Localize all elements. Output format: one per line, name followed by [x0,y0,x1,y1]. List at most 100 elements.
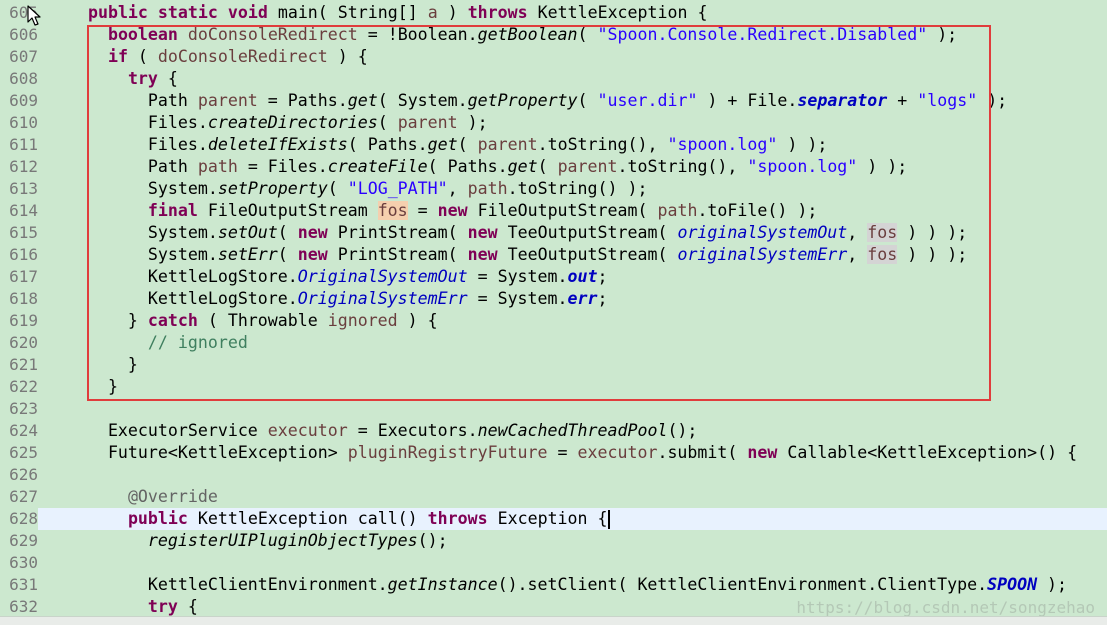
code-token: get [347,91,378,110]
code-line[interactable]: 616 System.setErr( new PrintStream( new … [0,244,1107,266]
code-token: setOut [217,223,278,242]
code-line[interactable]: 605 public static void main( String[] a … [0,2,1107,24]
code-text[interactable]: } [48,376,118,398]
code-token: SPOON [987,575,1038,594]
code-token: "LOG_PATH" [347,179,448,198]
code-text[interactable]: try { [48,68,178,90]
line-number: 617 [9,267,38,286]
code-line[interactable]: 617 KettleLogStore.OriginalSystemOut = S… [0,266,1107,288]
code-line[interactable]: 618 KettleLogStore.OriginalSystemErr = S… [0,288,1107,310]
code-text[interactable]: System.setProperty( "LOG_PATH", path.toS… [48,178,648,200]
code-token: = [407,201,438,220]
code-text[interactable]: Path parent = Paths.get( System.getPrope… [48,90,1007,112]
code-editor[interactable]: 605 public static void main( String[] a … [0,2,1107,617]
code-line[interactable]: 623 [0,398,1107,420]
code-token: TeeOutputStream( [497,223,678,242]
code-token: "spoon.log" [667,135,778,154]
code-token: ().setClient( KettleClientEnvironment.Cl… [497,575,988,594]
code-token: = !Boolean. [357,25,478,44]
code-text[interactable]: Files.createDirectories( parent ); [48,112,488,134]
code-token: ignored [327,311,398,330]
code-line[interactable]: 613 System.setProperty( "LOG_PATH", path… [0,178,1107,200]
code-text[interactable]: // ignored [48,332,248,354]
code-text[interactable]: KettleLogStore.OriginalSystemOut = Syste… [48,266,608,288]
code-token: doConsoleRedirect [187,25,358,44]
code-token: ) ); [777,135,828,154]
line-number: 631 [9,575,38,594]
code-token: PrintStream( [327,245,468,264]
code-text[interactable]: ExecutorService executor = Executors.new… [48,420,697,442]
code-line[interactable]: 610 Files.createDirectories( parent ); [0,112,1107,134]
code-line[interactable]: 608 try { [0,68,1107,90]
code-token: (); [417,531,448,550]
horizontal-scrollbar[interactable] [0,616,1107,625]
code-token: KettleClientEnvironment. [48,575,388,594]
code-token: // ignored [147,333,248,352]
code-line[interactable]: 621 } [0,354,1107,376]
code-line[interactable]: 611 Files.deleteIfExists( Paths.get( par… [0,134,1107,156]
code-token: ( [327,179,348,198]
code-line[interactable]: 626 [0,464,1107,486]
code-text[interactable]: boolean doConsoleRedirect = !Boolean.get… [48,24,957,46]
code-token: ( [577,25,598,44]
code-text[interactable]: Files.deleteIfExists( Paths.get( parent.… [48,134,827,156]
code-text[interactable]: System.setOut( new PrintStream( new TeeO… [48,222,967,244]
code-token: "logs" [917,91,978,110]
code-line[interactable]: 630 [0,552,1107,574]
line-number: 615 [9,223,38,242]
code-line[interactable]: 624 ExecutorService executor = Executors… [0,420,1107,442]
code-text[interactable]: System.setErr( new PrintStream( new TeeO… [48,244,967,266]
line-number: 614 [9,201,38,220]
code-text[interactable]: @Override [48,486,218,508]
code-text[interactable]: } catch ( Throwable ignored ) { [48,310,438,332]
code-token: setErr [217,245,278,264]
code-token: Path [48,91,198,110]
code-line[interactable]: 620 // ignored [0,332,1107,354]
code-text[interactable]: KettleLogStore.OriginalSystemErr = Syste… [48,288,608,310]
code-line[interactable]: 631 KettleClientEnvironment.getInstance(… [0,574,1107,596]
line-number: 624 [9,421,38,440]
code-line[interactable]: 628 public KettleException call() throws… [0,508,1107,530]
code-token: ); [977,91,1008,110]
code-text[interactable]: public static void main( String[] a ) th… [48,2,708,24]
code-token: ( [537,157,558,176]
code-text[interactable]: public KettleException call() throws Exc… [48,508,610,530]
code-text[interactable]: if ( doConsoleRedirect ) { [48,46,368,68]
code-line[interactable]: 607 if ( doConsoleRedirect ) { [0,46,1107,68]
code-line[interactable]: 614 final FileOutputStream fos = new Fil… [0,200,1107,222]
code-token: , [447,179,468,198]
code-token: if [107,47,128,66]
code-line[interactable]: 615 System.setOut( new PrintStream( new … [0,222,1107,244]
code-text[interactable]: Path path = Files.createFile( Paths.get(… [48,156,907,178]
code-line[interactable]: 606 boolean doConsoleRedirect = !Boolean… [0,24,1107,46]
code-line[interactable]: 619 } catch ( Throwable ignored ) { [0,310,1107,332]
code-line[interactable]: 625 Future<KettleException> pluginRegist… [0,442,1107,464]
code-token: executor [577,443,658,462]
code-token: getBoolean [477,25,578,44]
code-line[interactable]: 629 registerUIPluginObjectTypes(); [0,530,1107,552]
code-text[interactable]: } [48,354,138,376]
line-number: 621 [9,355,38,374]
code-line[interactable]: 627 @Override [0,486,1107,508]
line-number: 616 [9,245,38,264]
code-text[interactable]: final FileOutputStream fos = new FileOut… [48,200,817,222]
code-line[interactable]: 612 Path path = Files.createFile( Paths.… [0,156,1107,178]
code-token: ) ) ); [897,223,968,242]
code-token: out [567,267,598,286]
code-text[interactable]: try { [48,596,198,618]
code-token: TeeOutputStream( [497,245,678,264]
code-token: "Spoon.Console.Redirect.Disabled" [597,25,928,44]
code-text[interactable]: registerUIPluginObjectTypes(); [48,530,448,552]
code-token: Exception { [487,509,608,528]
code-line[interactable]: 609 Path parent = Paths.get( System.getP… [0,90,1107,112]
line-number: 632 [9,597,38,616]
code-text[interactable]: KettleClientEnvironment.getInstance().se… [48,574,1067,596]
code-text[interactable]: Future<KettleException> pluginRegistryFu… [48,442,1077,464]
code-line[interactable]: 622 } [0,376,1107,398]
